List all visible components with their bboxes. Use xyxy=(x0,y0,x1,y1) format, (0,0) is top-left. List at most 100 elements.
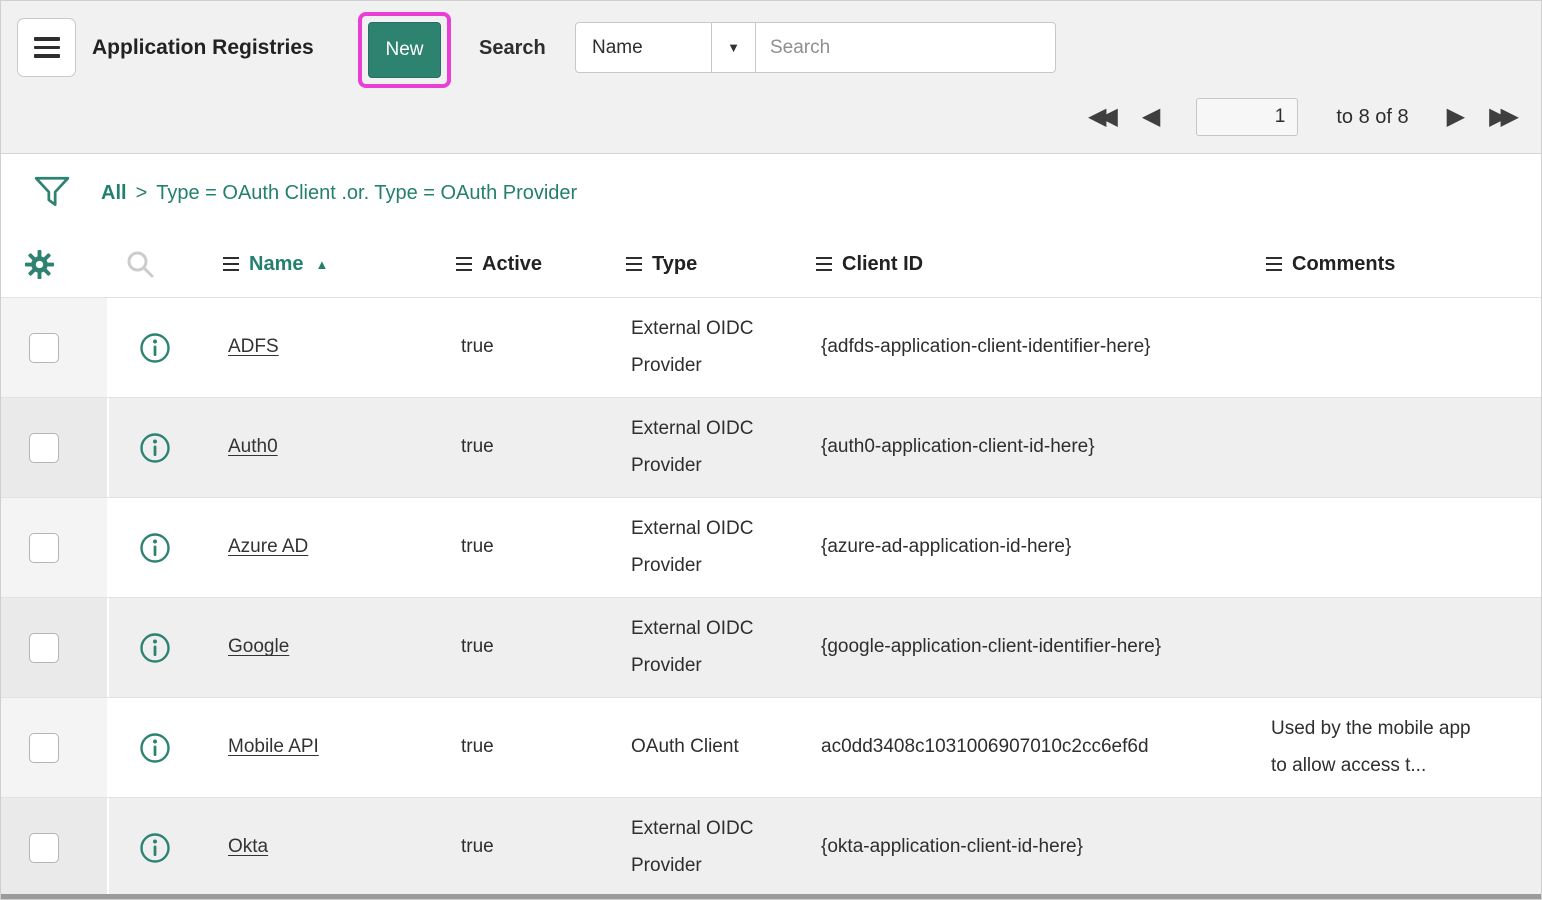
prev-page-icon[interactable]: ◀ xyxy=(1142,105,1160,129)
row-select-cell xyxy=(1,798,109,897)
last-page-icon[interactable]: ▶▶ xyxy=(1489,105,1519,129)
row-select-cell xyxy=(1,398,109,497)
active-cell: true xyxy=(456,329,626,365)
annotation-highlight: New xyxy=(358,12,451,88)
menu-button[interactable] xyxy=(17,18,76,77)
column-menu-icon[interactable] xyxy=(1266,257,1282,272)
name-cell: Azure AD xyxy=(223,529,456,565)
new-button[interactable]: New xyxy=(368,22,441,78)
breadcrumb-all-link[interactable]: All xyxy=(101,182,127,205)
name-cell: ADFS xyxy=(223,329,456,365)
active-cell: true xyxy=(456,429,626,465)
type-cell: External OIDC Provider xyxy=(626,411,816,483)
record-link[interactable]: ADFS xyxy=(228,336,279,357)
next-page-icon[interactable]: ▶ xyxy=(1447,105,1465,129)
app-window: Application Registries New Search Name ▼… xyxy=(0,0,1542,900)
table-row: Okta true External OIDC Provider {okta-a… xyxy=(1,797,1541,897)
record-link[interactable]: Mobile API xyxy=(228,736,319,757)
sort-asc-icon: ▲ xyxy=(315,257,328,272)
row-info-cell xyxy=(109,298,223,397)
row-checkbox[interactable] xyxy=(29,533,59,563)
info-icon[interactable] xyxy=(139,832,171,864)
info-icon[interactable] xyxy=(139,332,171,364)
row-select-cell xyxy=(1,298,109,397)
pagination-range: to 8 of 8 xyxy=(1336,106,1408,129)
filter-funnel-icon[interactable] xyxy=(33,175,71,209)
chevron-down-icon: ▼ xyxy=(727,40,740,55)
gear-icon[interactable] xyxy=(24,249,55,280)
row-select-cell xyxy=(1,598,109,697)
row-checkbox[interactable] xyxy=(29,433,59,463)
column-label-type: Type xyxy=(652,253,697,276)
record-link[interactable]: Azure AD xyxy=(228,536,308,557)
row-info-cell xyxy=(109,698,223,797)
record-link[interactable]: Auth0 xyxy=(228,436,278,457)
client-id-cell: ac0dd3408c1031006907010c2cc6ef6d xyxy=(816,729,1266,765)
row-info-cell xyxy=(109,398,223,497)
row-checkbox[interactable] xyxy=(29,733,59,763)
pagination: ◀◀ ◀ to 8 of 8 ▶ ▶▶ xyxy=(1088,93,1519,141)
client-id-cell: {azure-ad-application-id-here} xyxy=(816,529,1266,565)
active-cell: true xyxy=(456,529,626,565)
column-header-comments[interactable]: Comments xyxy=(1266,253,1541,276)
column-header-client-id[interactable]: Client ID xyxy=(816,253,1266,276)
name-cell: Okta xyxy=(223,829,456,865)
name-cell: Auth0 xyxy=(223,429,456,465)
column-header-active[interactable]: Active xyxy=(456,253,626,276)
table-row: Azure AD true External OIDC Provider {az… xyxy=(1,497,1541,597)
client-id-cell: {google-application-client-identifier-he… xyxy=(816,629,1266,665)
info-icon[interactable] xyxy=(139,432,171,464)
hamburger-icon xyxy=(34,37,60,58)
column-menu-icon[interactable] xyxy=(456,257,472,272)
column-menu-icon[interactable] xyxy=(223,257,239,272)
filter-bar: All > Type = OAuth Client .or. Type = OA… xyxy=(1,155,1541,231)
comments-cell: Used by the mobile app to allow access t… xyxy=(1266,711,1541,783)
info-icon[interactable] xyxy=(139,632,171,664)
page-number-input[interactable] xyxy=(1196,98,1298,136)
record-link[interactable]: Okta xyxy=(228,836,268,857)
first-page-icon[interactable]: ◀◀ xyxy=(1088,105,1118,129)
client-id-cell: {okta-application-client-id-here} xyxy=(816,829,1266,865)
breadcrumb-condition-link[interactable]: Type = OAuth Client .or. Type = OAuth Pr… xyxy=(156,182,577,205)
search-icon[interactable] xyxy=(125,249,155,279)
search-column-select[interactable]: Name ▼ xyxy=(575,22,756,73)
column-menu-icon[interactable] xyxy=(816,257,832,272)
table-row: Google true External OIDC Provider {goog… xyxy=(1,597,1541,697)
client-id-cell: {adfds-application-client-identifier-her… xyxy=(816,329,1266,365)
bottom-edge-bar xyxy=(1,894,1541,899)
row-checkbox[interactable] xyxy=(29,833,59,863)
column-header-name[interactable]: Name ▲ xyxy=(223,253,456,276)
type-cell: External OIDC Provider xyxy=(626,611,816,683)
info-icon[interactable] xyxy=(139,532,171,564)
row-checkbox[interactable] xyxy=(29,333,59,363)
info-icon[interactable] xyxy=(139,732,171,764)
row-select-cell xyxy=(1,498,109,597)
column-label-client-id: Client ID xyxy=(842,253,923,276)
list-header: Application Registries New Search Name ▼… xyxy=(1,1,1541,154)
breadcrumb-separator: > xyxy=(136,182,148,205)
record-link[interactable]: Google xyxy=(228,636,289,657)
page-title: Application Registries xyxy=(92,36,314,60)
table-row: Auth0 true External OIDC Provider {auth0… xyxy=(1,397,1541,497)
row-info-cell xyxy=(109,498,223,597)
active-cell: true xyxy=(456,629,626,665)
column-label-comments: Comments xyxy=(1292,253,1395,276)
list-controls-cell xyxy=(1,249,109,280)
row-select-cell xyxy=(1,698,109,797)
row-info-cell xyxy=(109,598,223,697)
search-input[interactable] xyxy=(755,22,1056,73)
row-info-cell xyxy=(109,798,223,897)
list-search-cell xyxy=(109,249,223,279)
name-cell: Google xyxy=(223,629,456,665)
search-column-value: Name xyxy=(592,37,643,59)
active-cell: true xyxy=(456,829,626,865)
type-cell: External OIDC Provider xyxy=(626,811,816,883)
table-row: Mobile API true OAuth Client ac0dd3408c1… xyxy=(1,697,1541,797)
row-checkbox[interactable] xyxy=(29,633,59,663)
table-row: ADFS true External OIDC Provider {adfds-… xyxy=(1,297,1541,397)
type-cell: External OIDC Provider xyxy=(626,511,816,583)
search-label: Search xyxy=(479,37,546,60)
column-menu-icon[interactable] xyxy=(626,257,642,272)
name-cell: Mobile API xyxy=(223,729,456,765)
column-header-type[interactable]: Type xyxy=(626,253,816,276)
